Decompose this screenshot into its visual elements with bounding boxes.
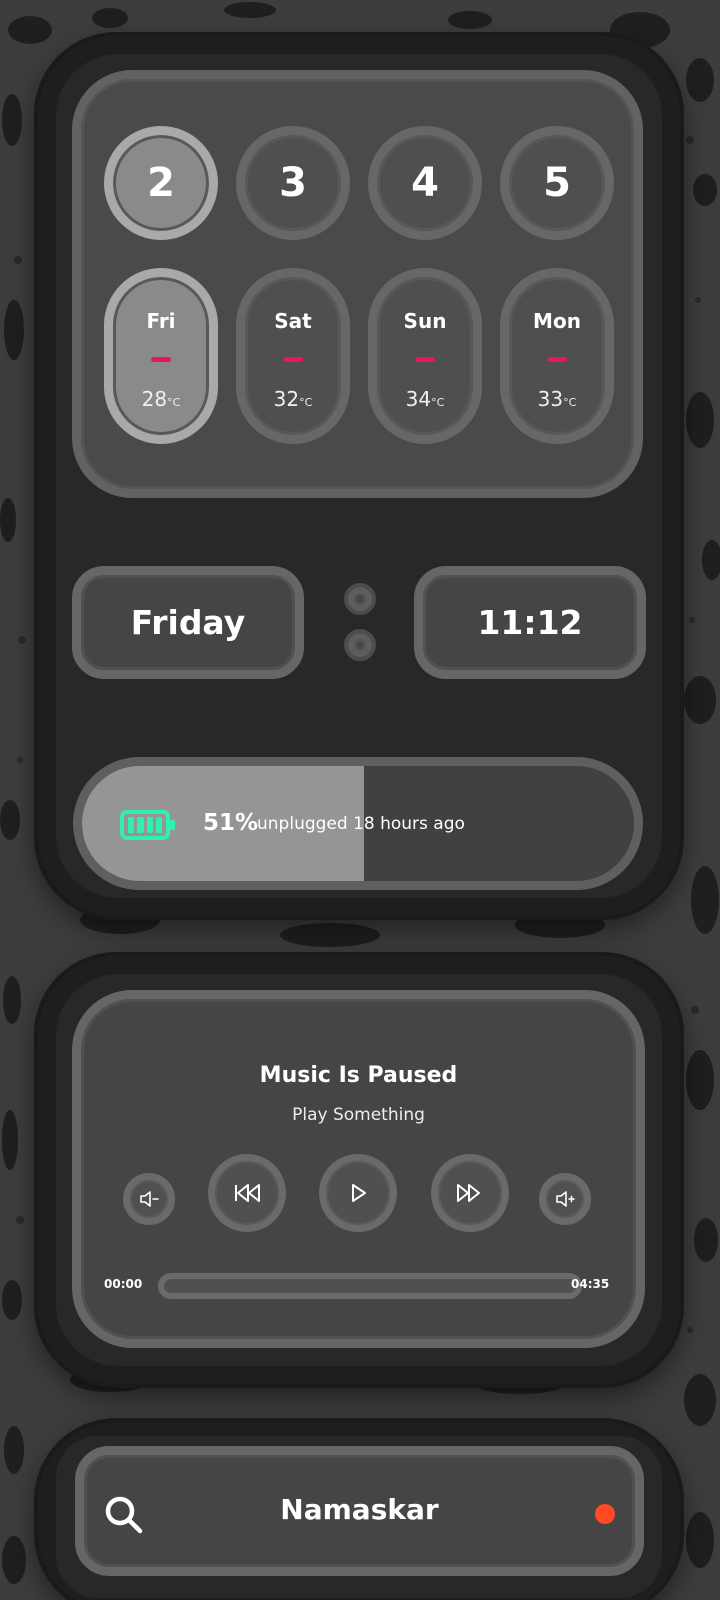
clock-separator-dot-bottom	[344, 629, 376, 661]
clock-separator-dot-top	[344, 583, 376, 615]
play-icon	[352, 1184, 366, 1202]
forecast-indicator	[283, 357, 303, 362]
search-bar[interactable]: Namaskar	[75, 1446, 644, 1576]
battery-status-bar: 51% unplugged 18 hours ago	[73, 757, 643, 890]
date-4[interactable]: 4	[368, 126, 482, 240]
time-display: 11:12	[414, 566, 646, 679]
forecast-indicator	[415, 357, 435, 362]
forecast-indicator	[151, 357, 171, 362]
forecast-temperature: 34°C	[405, 387, 445, 411]
forecast-temperature: 32°C	[273, 387, 313, 411]
volume-down-icon	[140, 1191, 159, 1207]
date-2[interactable]: 2	[104, 126, 218, 240]
music-title: Music Is Paused	[259, 1063, 458, 1088]
previous-track-button[interactable]	[208, 1154, 286, 1232]
date-3[interactable]: 3	[236, 126, 350, 240]
battery-status-text: unplugged 18 hours ago	[257, 814, 465, 834]
elapsed-time: 00:00	[104, 1277, 143, 1291]
track-duration: 04:35	[571, 1277, 610, 1291]
forecast-day-sat[interactable]: Sat 32°C	[236, 268, 350, 444]
volume-down-button[interactable]	[123, 1173, 175, 1225]
forecast-day-name: Sun	[403, 309, 447, 333]
weekday-display: Friday	[72, 566, 304, 679]
forecast-indicator	[547, 357, 567, 362]
battery-percent: 51%	[203, 810, 259, 836]
next-icon	[457, 1184, 480, 1202]
music-subtitle: Play Something	[292, 1105, 425, 1125]
next-track-button[interactable]	[431, 1154, 509, 1232]
forecast-day-sun[interactable]: Sun 34°C	[368, 268, 482, 444]
forecast-day-name: Mon	[533, 309, 581, 333]
forecast-temperature: 33°C	[537, 387, 577, 411]
play-button[interactable]	[319, 1154, 397, 1232]
forecast-day-mon[interactable]: Mon 33°C	[500, 268, 614, 444]
volume-up-button[interactable]	[539, 1173, 591, 1225]
forecast-day-name: Sat	[274, 309, 312, 333]
volume-up-icon	[556, 1191, 575, 1207]
notification-dot	[595, 1504, 615, 1524]
forecast-day-fri[interactable]: Fri 28°C	[104, 268, 218, 444]
playback-progress-slider[interactable]	[158, 1273, 582, 1299]
forecast-day-name: Fri	[146, 309, 176, 333]
music-player-panel: Music Is Paused Play Something 00:00 04:…	[72, 990, 645, 1348]
greeting-text: Namaskar	[280, 1493, 439, 1526]
date-5[interactable]: 5	[500, 126, 614, 240]
previous-icon	[235, 1184, 260, 1202]
battery-icon	[120, 810, 175, 840]
forecast-temperature: 28°C	[141, 387, 181, 411]
